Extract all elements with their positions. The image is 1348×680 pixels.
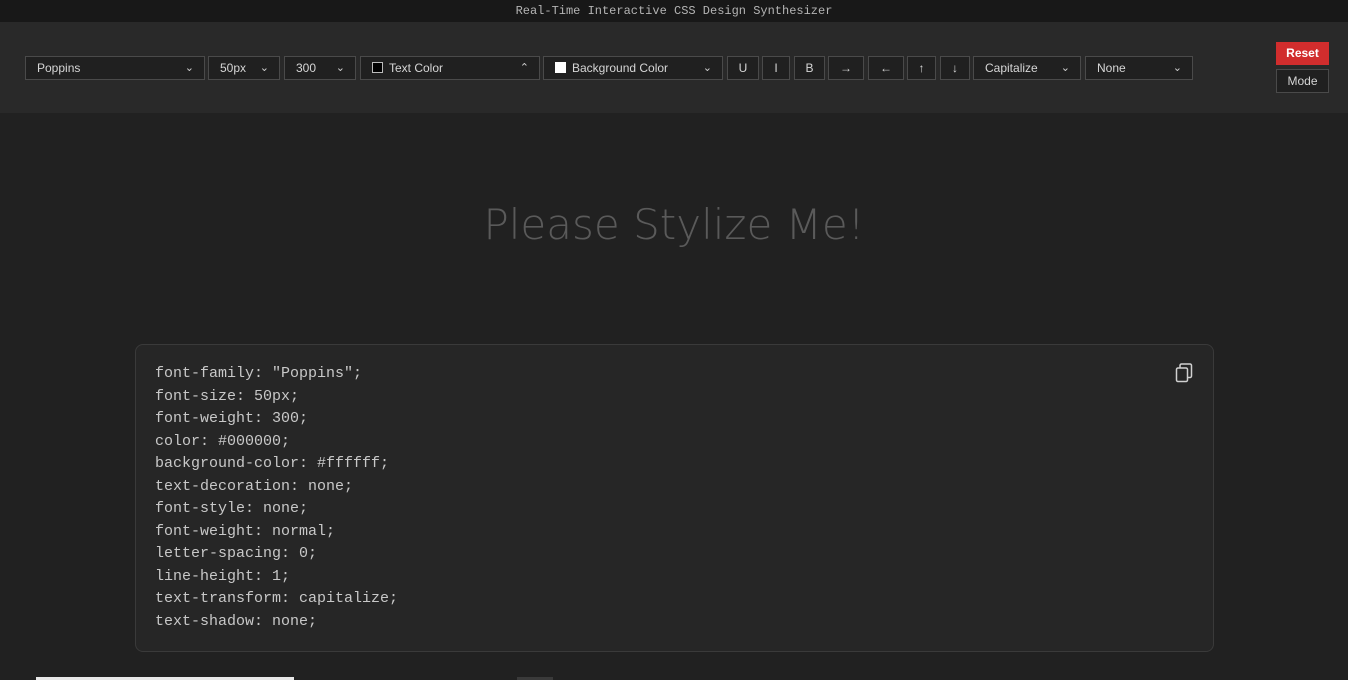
app-title: Real-Time Interactive CSS Design Synthes… xyxy=(0,0,1348,22)
text-color-label: Text Color xyxy=(389,61,444,75)
background-color-swatch xyxy=(555,62,566,73)
mode-button[interactable]: Mode xyxy=(1276,69,1329,93)
italic-button[interactable]: I xyxy=(762,56,790,80)
text-transform-select[interactable]: Capitalize ⌄ xyxy=(973,56,1081,80)
letter-spacing-increase-button[interactable]: → xyxy=(828,56,864,80)
reset-button[interactable]: Reset xyxy=(1276,42,1329,65)
copy-icon[interactable] xyxy=(1175,363,1193,383)
background-color-label: Background Color xyxy=(572,61,669,75)
css-code-line: font-size: 50px; xyxy=(155,387,300,405)
css-code-line: text-decoration: none; xyxy=(155,477,354,495)
css-code-line: text-transform: capitalize; xyxy=(155,590,399,607)
underline-button[interactable]: U xyxy=(727,56,759,80)
line-height-decrease-button[interactable]: ↓ xyxy=(940,56,970,80)
font-size-value: 50px xyxy=(220,61,247,75)
css-code-line: font-weight: normal; xyxy=(155,522,336,540)
chevron-down-icon: ⌄ xyxy=(702,62,712,74)
css-code-line: font-style: none; xyxy=(155,500,309,517)
css-code-line: background-color: #ffffff; xyxy=(155,455,390,472)
text-color-picker[interactable]: Text Color ⌃ xyxy=(360,56,540,80)
chevron-down-icon: ⌄ xyxy=(259,62,269,74)
css-code-line: text-shadow: none; xyxy=(155,612,318,630)
toolbar: Poppins ⌄ 50px ⌄ 300 ⌄ Text Color ⌃ Back… xyxy=(0,22,1348,113)
css-code-line: font-weight: 300; xyxy=(155,410,309,427)
chevron-down-icon: ⌄ xyxy=(184,62,194,74)
text-shadow-select[interactable]: None ⌄ xyxy=(1085,56,1193,80)
chevron-down-icon: ⌄ xyxy=(1172,62,1182,74)
css-code: font-family: "Poppins"; font-size: 50px; f… xyxy=(155,363,1213,633)
chevron-up-icon: ⌃ xyxy=(519,62,529,74)
font-weight-value: 300 xyxy=(296,61,317,75)
chevron-down-icon: ⌄ xyxy=(1060,62,1070,74)
text-transform-value: Capitalize xyxy=(985,61,1038,75)
font-weight-select[interactable]: 300 ⌄ xyxy=(284,56,356,80)
text-color-swatch xyxy=(372,62,383,73)
preview-text: Please Stylize Me! xyxy=(483,200,865,249)
font-size-select[interactable]: 50px ⌄ xyxy=(208,56,280,80)
css-code-line: font-family: "Poppins"; xyxy=(155,365,363,382)
font-family-value: Poppins xyxy=(37,61,81,75)
text-shadow-value: None xyxy=(1097,61,1126,75)
chevron-down-icon: ⌄ xyxy=(335,62,345,74)
css-code-line: color: #000000; xyxy=(155,432,291,450)
line-height-increase-button[interactable]: ↑ xyxy=(907,56,936,80)
css-code-line: line-height: 1; xyxy=(155,567,291,585)
background-color-picker[interactable]: Background Color ⌄ xyxy=(543,56,723,80)
font-family-select[interactable]: Poppins ⌄ xyxy=(25,56,205,80)
bold-button[interactable]: B xyxy=(794,56,825,80)
css-output-panel: font-family: "Poppins"; font-size: 50px; f… xyxy=(135,344,1214,652)
letter-spacing-decrease-button[interactable]: ← xyxy=(868,56,904,80)
css-code-line: letter-spacing: 0; xyxy=(155,545,318,562)
